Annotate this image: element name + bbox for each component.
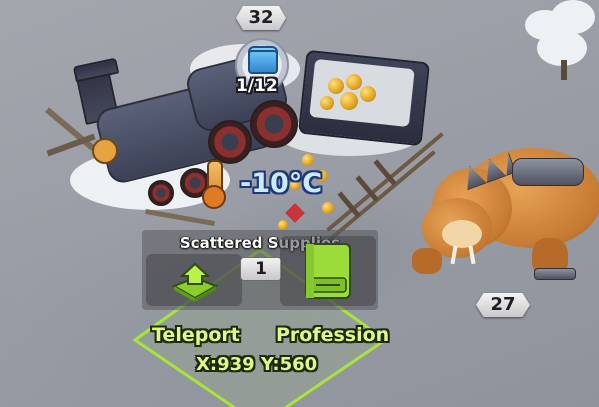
target-level-badge: 32 <box>236 6 286 30</box>
profession-label[interactable]: Profession <box>276 324 389 346</box>
supply-count-badge: 1 <box>240 257 282 281</box>
teleport-label[interactable]: Teleport <box>152 324 240 346</box>
temperature-text: -10°C <box>240 168 323 199</box>
beast-level-badge: 27 <box>476 293 530 317</box>
tile-coordinates: X:939 Y:560 <box>196 354 318 375</box>
teleport-button[interactable] <box>146 254 242 306</box>
sabretooth-beast[interactable] <box>392 128 599 303</box>
profession-book-icon <box>305 243 351 299</box>
profession-button[interactable] <box>280 236 376 306</box>
chest-progress-text: 1/12 <box>236 76 278 96</box>
snowy-tree <box>515 0 599 80</box>
teleport-arrow-icon <box>171 262 219 302</box>
